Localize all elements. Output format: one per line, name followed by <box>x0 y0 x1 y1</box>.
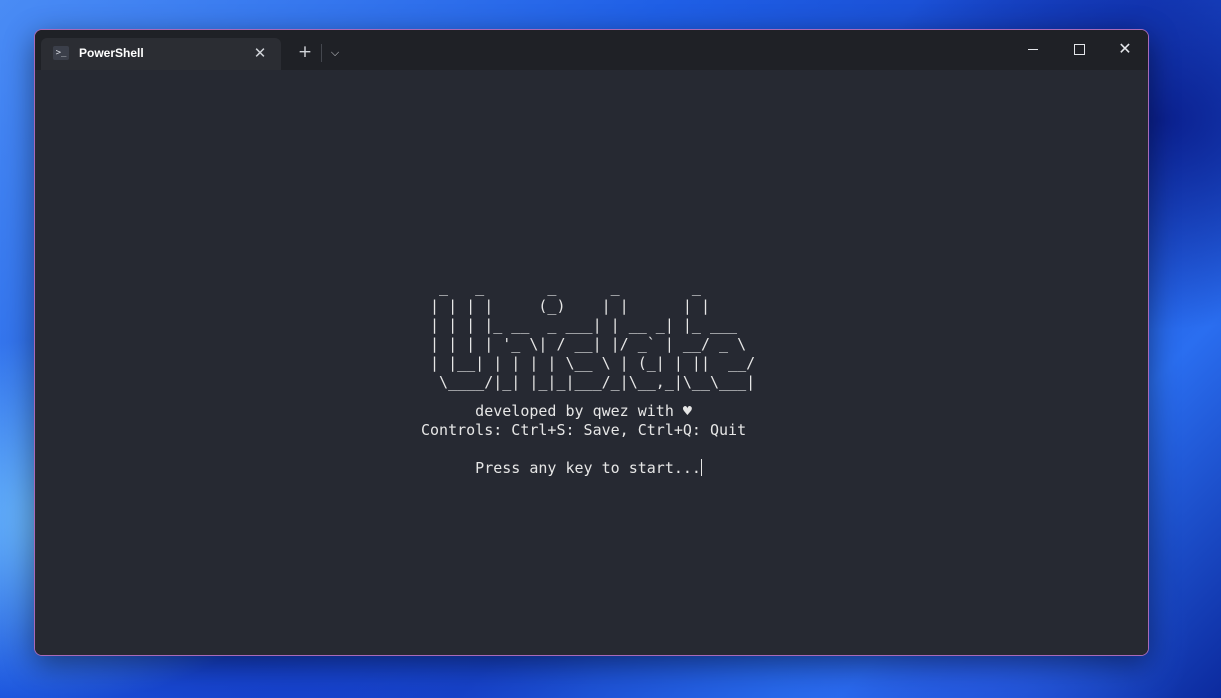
title-bar: >_ PowerShell ✕ + ⌵ ✕ <box>35 30 1148 70</box>
tab-powershell[interactable]: >_ PowerShell ✕ <box>41 38 281 70</box>
developed-by-text: developed by qwez with ♥ <box>421 402 692 420</box>
text-cursor <box>700 459 702 476</box>
prompt-line: Press any key to start... <box>421 459 755 478</box>
maximize-button[interactable] <box>1057 34 1101 64</box>
new-tab-button[interactable]: + <box>292 41 318 65</box>
tab-title: PowerShell <box>79 46 144 60</box>
controls-text: Controls: Ctrl+S: Save, Ctrl+Q: Quit <box>421 421 747 439</box>
terminal-window: >_ PowerShell ✕ + ⌵ ✕ _ _ _ _ _ | | | | … <box>34 29 1149 656</box>
chevron-down-icon[interactable]: ⌵ <box>325 41 345 65</box>
close-window-button[interactable]: ✕ <box>1103 34 1147 64</box>
app-splash: _ _ _ _ _ | | | | (_) | | | | | | | |_ _… <box>421 278 755 478</box>
minimize-icon <box>1028 48 1038 50</box>
close-icon[interactable]: ✕ <box>249 42 271 64</box>
tab-divider <box>321 44 322 62</box>
maximize-icon <box>1073 43 1085 55</box>
powershell-icon: >_ <box>53 46 69 60</box>
minimize-button[interactable] <box>1011 34 1055 64</box>
ascii-art-logo: _ _ _ _ _ | | | | (_) | | | | | | | |_ _… <box>430 278 756 391</box>
terminal-output[interactable]: _ _ _ _ _ | | | | (_) | | | | | | | |_ _… <box>35 70 1148 655</box>
prompt-text: Press any key to start... <box>421 459 701 477</box>
